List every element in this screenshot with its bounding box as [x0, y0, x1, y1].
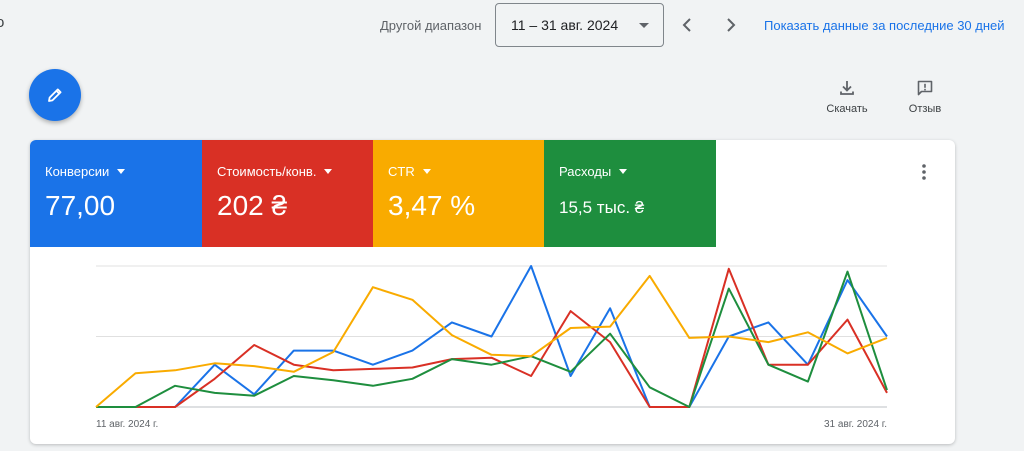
metric-label: Расходы: [559, 164, 612, 179]
metric-label: CTR: [388, 164, 415, 179]
caret-down-icon: [324, 169, 333, 174]
show-last-30-days-link[interactable]: Показать данные за последние 30 дней: [764, 18, 1005, 33]
metric-tile-spend[interactable]: Расходы 15,5 тыс. ₴: [544, 140, 716, 247]
metric-tile-ctr[interactable]: CTR 3,47 %: [373, 140, 545, 247]
performance-line-chart: 11 авг. 2024 г. 31 авг. 2024 г.: [95, 265, 888, 430]
chevron-down-icon: [639, 23, 649, 28]
next-period-button[interactable]: [721, 14, 741, 36]
date-range-select[interactable]: 11 – 31 авг. 2024: [495, 3, 664, 47]
page-title-fragment: о: [0, 14, 5, 31]
download-icon: [840, 81, 854, 95]
series-line-3: [95, 274, 888, 408]
caret-down-icon: [619, 169, 628, 174]
chevron-left-icon: [682, 18, 691, 32]
chevron-right-icon: [727, 18, 736, 32]
metric-value: 77,00: [45, 190, 116, 221]
edit-button[interactable]: [29, 69, 81, 121]
more-options-button[interactable]: [916, 162, 932, 182]
date-range-value: 11 – 31 авг. 2024: [511, 17, 619, 33]
metric-label: Конверсии: [45, 164, 110, 179]
feedback-label: Отзыв: [908, 103, 942, 115]
feedback-button[interactable]: Отзыв: [897, 78, 953, 122]
caret-down-icon: [117, 169, 126, 174]
metric-tile-cost-per-conversion[interactable]: Стоимость/конв. 202 ₴: [202, 140, 374, 247]
metric-value: 202 ₴: [217, 190, 288, 221]
download-button[interactable]: Скачать: [819, 78, 875, 122]
x-axis-end-label: 31 авг. 2024 г.: [824, 419, 887, 430]
download-label: Скачать: [826, 103, 868, 115]
x-axis-start-label: 11 авг. 2024 г.: [96, 419, 158, 430]
metric-label: Стоимость/конв.: [217, 164, 317, 179]
feedback-icon: [917, 80, 933, 96]
series-line-2: [96, 270, 888, 408]
metric-tile-conversions[interactable]: Конверсии 77,00: [30, 140, 202, 247]
performance-card: Конверсии 77,00 Стоимость/конв. 202 ₴ CT…: [30, 140, 955, 444]
series-line-1: [96, 267, 888, 408]
caret-down-icon: [422, 169, 431, 174]
pencil-icon: [48, 88, 62, 102]
metric-value: 3,47 %: [388, 190, 476, 221]
more-vert-icon: [922, 164, 926, 180]
range-label: Другой диапазон: [380, 18, 482, 33]
metric-value: 15,5 тыс. ₴: [559, 198, 645, 217]
prev-period-button[interactable]: [677, 14, 697, 36]
